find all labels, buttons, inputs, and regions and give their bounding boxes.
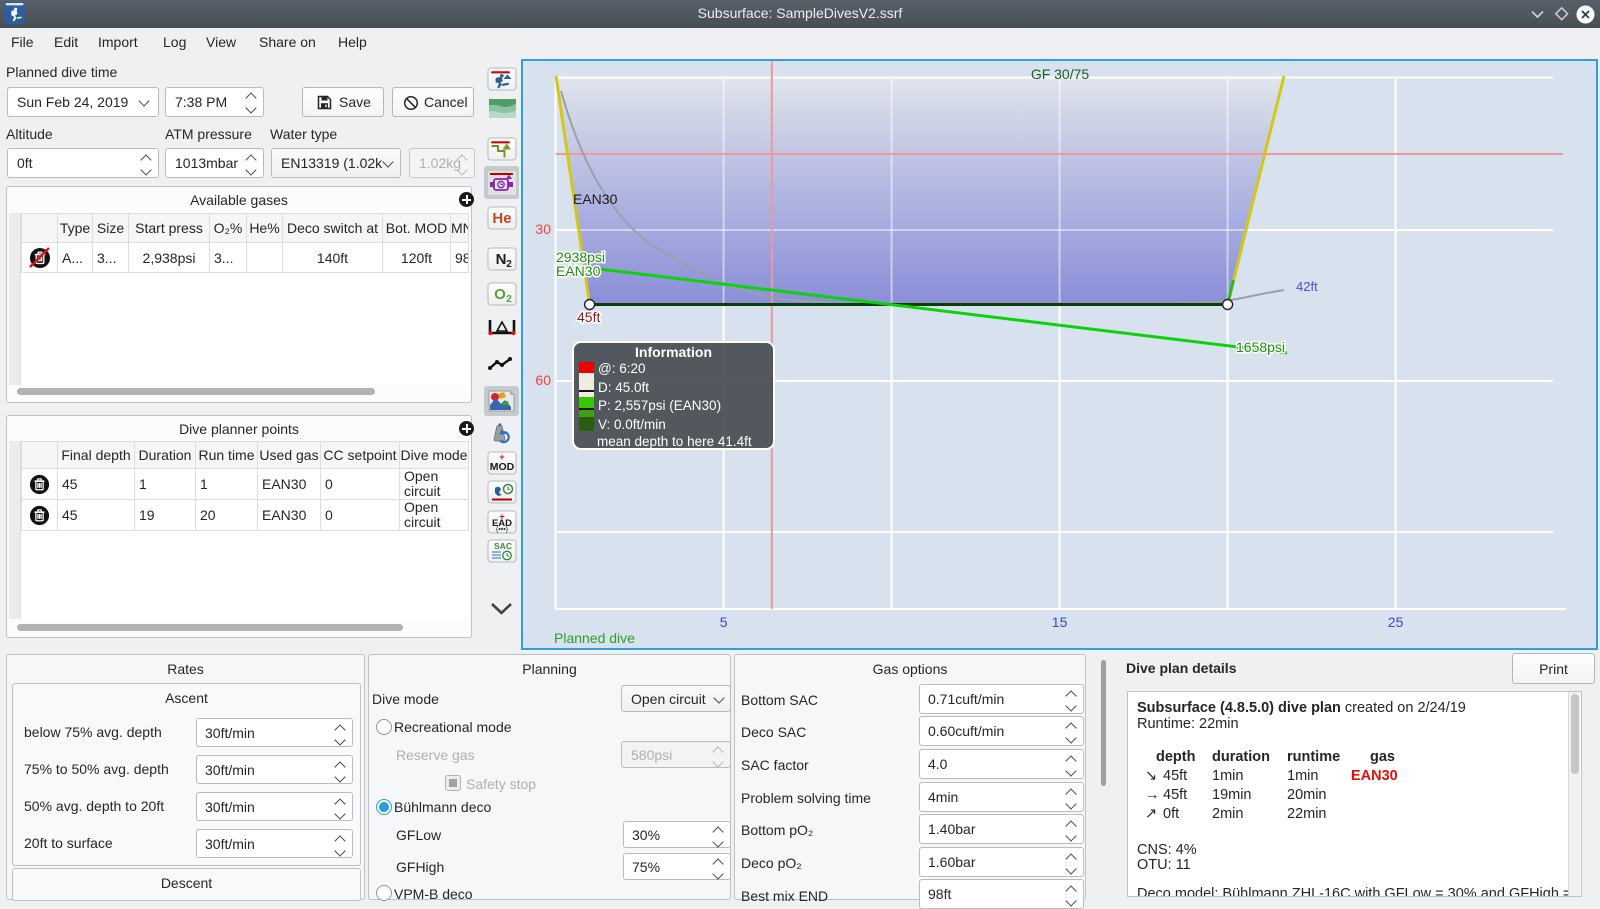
svg-text:30: 30 (535, 221, 551, 237)
svg-text:He: He (492, 210, 511, 227)
svg-text:EAN30: EAN30 (556, 263, 601, 279)
svg-text:O: O (494, 286, 506, 303)
svg-text:Planned dive: Planned dive (554, 630, 635, 646)
svg-text:15: 15 (1052, 614, 1068, 630)
svg-text:42ft: 42ft (1296, 279, 1318, 294)
svg-text:2: 2 (506, 294, 512, 305)
svg-text:60: 60 (535, 372, 551, 388)
svg-text:N: N (496, 251, 507, 268)
svg-text:MOD: MOD (490, 461, 515, 473)
svg-text:SAC: SAC (494, 541, 512, 551)
svg-text:45ft: 45ft (577, 309, 600, 325)
svg-text:25: 25 (1388, 614, 1404, 630)
svg-text:2: 2 (506, 259, 512, 270)
svg-text:5: 5 (720, 614, 728, 630)
svg-text:EAN30: EAN30 (573, 191, 618, 207)
svg-text:1658psi: 1658psi (1236, 339, 1285, 355)
svg-text:GF 30/75: GF 30/75 (1031, 66, 1090, 82)
svg-text:(•••): (•••) (496, 527, 508, 534)
